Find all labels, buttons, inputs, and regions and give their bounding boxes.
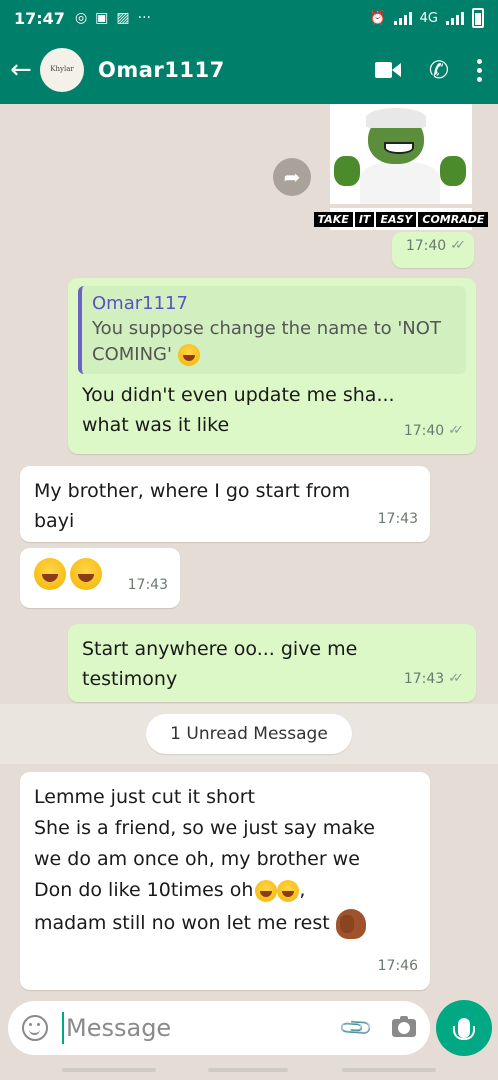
message-time: 17:40 [405, 238, 447, 254]
laughing-emoji-icon [255, 879, 278, 902]
message-text: My brother, where I go start from bayi [34, 480, 351, 532]
forward-icon[interactable]: ➦ [273, 158, 311, 196]
nav-bar-left [62, 1068, 156, 1072]
signal-icon [393, 11, 412, 25]
nav-bar-center [208, 1068, 288, 1072]
sticker-caption: TAKE IT EASY COMRADE [313, 208, 489, 230]
message-line: Don do like 10times oh, [34, 879, 306, 902]
battery-icon [472, 8, 484, 28]
message-composer[interactable]: 📎 [8, 1001, 430, 1055]
attach-icon[interactable]: 📎 [338, 1009, 375, 1046]
message-text: Start anywhere oo... give me testimony [82, 638, 358, 690]
laughing-emoji-icon [277, 879, 300, 902]
double-check-icon: ✓✓ [448, 423, 464, 438]
more-notifications-icon: ··· [137, 10, 151, 26]
incoming-message[interactable]: My brother, where I go start from bayi 1… [20, 466, 430, 542]
more-icon[interactable] [477, 58, 482, 82]
facepalm-emoji-icon [335, 908, 366, 939]
laughing-emoji-icon [177, 344, 200, 366]
message-line: She is a friend, so we just say make [34, 817, 375, 839]
incoming-emoji-message[interactable]: 17:43 [20, 548, 180, 608]
message-input[interactable] [66, 1014, 306, 1042]
signal-icon-2 [446, 11, 464, 25]
emoji-icon[interactable] [22, 1015, 48, 1041]
unread-divider: 1 Unread Message [146, 714, 352, 754]
text-cursor [62, 1012, 64, 1044]
image-time-bubble: 17:40 ✓✓ [392, 232, 474, 268]
alarm-icon: ⏰ [369, 10, 386, 26]
message-line: Lemme just cut it short [34, 786, 255, 808]
double-check-icon: ✓✓ [450, 238, 466, 253]
sticker-image[interactable] [330, 104, 472, 204]
outgoing-reply-message[interactable]: Omar1117 You suppose change the name to … [68, 278, 476, 454]
nav-bar-right [342, 1068, 436, 1072]
outgoing-message[interactable]: Start anywhere oo... give me testimony 1… [68, 624, 476, 702]
message-time: 17:43 [377, 511, 418, 527]
message-line: we do am once oh, my brother we [34, 848, 360, 870]
status-bar: 17:47 ◎ ▣ ▨ ··· ⏰ 4G [0, 0, 498, 36]
network-type: 4G [419, 10, 438, 26]
message-time: 17:43 [127, 577, 168, 593]
avatar-text: Khylar [50, 65, 74, 74]
chat-area[interactable]: ➦ TAKE IT EASY COMRADE 17:40 ✓✓ Omar1117 You… [0, 104, 498, 1000]
quoted-message[interactable]: Omar1117 You suppose change the name to … [78, 286, 466, 374]
message-text: You didn't even update me sha... what wa… [82, 384, 395, 436]
message-time: 17:40 [403, 423, 445, 439]
laughing-emoji-icon [70, 558, 102, 590]
incoming-long-message[interactable]: Lemme just cut it short She is a friend,… [20, 772, 430, 990]
camera-icon[interactable] [392, 1016, 416, 1037]
contact-name[interactable]: Omar1117 [98, 58, 225, 82]
message-line: madam still no won let me rest [34, 908, 416, 939]
avatar[interactable]: Khylar [40, 48, 84, 92]
double-check-icon: ✓✓ [448, 671, 464, 686]
laughing-emoji-icon [34, 558, 66, 590]
whatsapp-notification-icon: ◎ [74, 10, 88, 26]
gallery-notification-icon: ▨ [116, 10, 130, 26]
quote-author: Omar1117 [92, 293, 188, 314]
message-time: 17:46 [377, 958, 418, 974]
mic-icon [453, 1018, 475, 1040]
mic-button[interactable] [436, 1000, 492, 1056]
app-notification-icon: ▣ [95, 10, 109, 26]
back-arrow-icon[interactable]: ← [10, 55, 36, 85]
phone-icon[interactable]: ✆ [429, 58, 449, 82]
status-time: 17:47 [14, 8, 65, 28]
message-time: 17:43 [403, 671, 445, 687]
chat-header: ← Khylar Omar1117 ✆ [0, 36, 498, 104]
quote-text: You suppose change the name to 'NOT COMI… [92, 318, 441, 366]
video-call-icon[interactable] [374, 61, 401, 79]
